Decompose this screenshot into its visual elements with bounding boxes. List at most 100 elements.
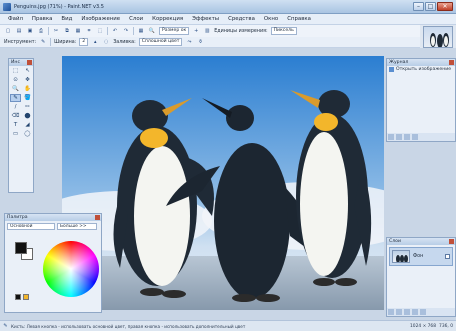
primary-color-swatch[interactable] [15, 242, 27, 254]
units-select[interactable]: Пиксель [270, 27, 297, 35]
rect-select-tool[interactable]: ⬚ [10, 67, 21, 75]
menu-utilities[interactable]: Средства [228, 16, 255, 22]
layer-visibility-checkbox[interactable] [445, 254, 450, 259]
menu-file[interactable]: Файл [8, 16, 23, 22]
width-up-icon[interactable]: ▴ [91, 38, 99, 46]
close-icon[interactable] [449, 239, 454, 244]
grid-icon[interactable]: ▦ [137, 27, 145, 35]
canvas-image[interactable] [62, 56, 384, 310]
brush-status-icon: ✎ [3, 322, 8, 329]
tools-panel: Инс ⬚ ↖ ⊙ ✥ 🔍 ✋ ✎ 🪣 ∕ ✏ ⌫ ⬤ T ◢ ▭ ◯ [8, 58, 34, 193]
deselect-icon[interactable]: ⬚ [96, 27, 104, 35]
copy-icon[interactable]: ⧉ [63, 27, 71, 35]
ellipse-tool[interactable]: ◯ [22, 130, 33, 138]
cut-icon[interactable]: ✂ [52, 27, 60, 35]
lasso-tool[interactable]: ⊙ [10, 76, 21, 84]
gradient-tool[interactable]: ◢ [22, 121, 33, 129]
zoom-in-icon[interactable]: + [192, 27, 200, 35]
paste-icon[interactable]: ▦ [74, 27, 82, 35]
menu-edit[interactable]: Правка [32, 16, 53, 22]
history-forward-icon[interactable] [412, 134, 418, 140]
move-tool[interactable]: ✥ [22, 76, 33, 84]
menu-layers[interactable]: Слои [129, 16, 143, 22]
history-panel-title: Журнал [389, 60, 409, 65]
mini-accent-swatch[interactable] [23, 294, 29, 300]
palette-toggle-icon[interactable]: ▥ [203, 27, 211, 35]
open-folder-icon[interactable]: ▤ [15, 27, 23, 35]
cursor-position: 736, 0 [439, 323, 453, 329]
layers-panel: Слои Фон [386, 237, 456, 317]
close-icon[interactable] [27, 60, 32, 65]
pan-tool[interactable]: ✋ [22, 85, 33, 93]
crop-icon[interactable]: ⌗ [85, 27, 93, 35]
width-input[interactable]: 2 [79, 38, 89, 46]
pencil-tool[interactable]: ✏ [22, 103, 33, 111]
palette-controls: Основной Больше >> [5, 221, 101, 232]
brush-tool-icon[interactable]: ✎ [39, 38, 47, 46]
history-redo-icon[interactable] [404, 134, 410, 140]
tool-grid: ⬚ ↖ ⊙ ✥ 🔍 ✋ ✎ 🪣 ∕ ✏ ⌫ ⬤ T ◢ ▭ ◯ [9, 66, 33, 139]
maximize-button[interactable]: □ [425, 2, 436, 11]
delete-layer-icon[interactable] [396, 309, 402, 315]
menu-help[interactable]: Справка [287, 16, 311, 22]
close-icon[interactable] [95, 215, 100, 220]
move-selection-tool[interactable]: ↖ [22, 67, 33, 75]
history-toolbar [387, 133, 455, 141]
undo-icon[interactable]: ↶ [111, 27, 119, 35]
menu-window[interactable]: Окно [264, 16, 278, 22]
history-item[interactable]: Открыть изображение [387, 66, 455, 73]
close-icon[interactable] [449, 60, 454, 65]
fill-select[interactable]: Сплошной цвет [138, 38, 183, 46]
window-title: Penguins.jpg (71%) - Paint.NET v3.5 [14, 4, 104, 10]
mini-primary-swatch[interactable] [15, 294, 21, 300]
palette-panel-header: Палитра [5, 214, 101, 221]
merge-layer-icon[interactable] [412, 309, 418, 315]
brush-tool[interactable]: ✎ [10, 94, 21, 102]
text-tool[interactable]: T [10, 121, 21, 129]
menu-image[interactable]: Изображение [81, 16, 120, 22]
menu-adjustments[interactable]: Коррекция [152, 16, 183, 22]
redo-icon[interactable]: ↷ [122, 27, 130, 35]
toolbar-divider [50, 38, 52, 46]
add-layer-icon[interactable] [388, 309, 394, 315]
blend-mode-icon[interactable]: ⤳ [185, 38, 193, 46]
new-file-icon[interactable]: ▢ [4, 27, 12, 35]
line-tool[interactable]: ∕ [10, 103, 21, 111]
toolbar-divider [48, 27, 49, 35]
status-bar: ✎ Кисть: Левая кнопка - использовать осн… [0, 320, 456, 331]
app-icon [3, 3, 11, 11]
toolbar-divider [107, 27, 108, 35]
rectangle-tool[interactable]: ▭ [10, 130, 21, 138]
zoom-tool[interactable]: 🔍 [10, 85, 21, 93]
swap-colors-controls [15, 294, 29, 300]
color-wheel[interactable] [43, 241, 99, 297]
image-thumbnail[interactable] [423, 26, 453, 48]
antialias-icon[interactable]: ◌ [102, 38, 110, 46]
layer-item[interactable]: Фон [389, 247, 453, 266]
menu-effects[interactable]: Эффекты [192, 16, 219, 22]
layer-thumbnail [392, 250, 410, 263]
history-panel-header: Журнал [387, 59, 455, 66]
open-image-icon [389, 67, 394, 72]
color-mode-select[interactable]: Основной [7, 223, 55, 230]
layers-toolbar [387, 308, 455, 316]
history-rewind-icon[interactable] [388, 134, 394, 140]
bucket-tool[interactable]: 🪣 [22, 94, 33, 102]
stamp-tool[interactable]: ⬤ [22, 112, 33, 120]
zoom-select[interactable]: Размер ок [159, 27, 190, 35]
layer-properties-icon[interactable] [420, 309, 426, 315]
zoom-icon[interactable]: 🔍 [148, 27, 156, 35]
save-icon[interactable]: ▣ [26, 27, 34, 35]
more-colors-button[interactable]: Больше >> [57, 223, 97, 230]
tools-panel-title: Инс [11, 60, 20, 65]
duplicate-layer-icon[interactable] [404, 309, 410, 315]
window-controls: – □ ✕ [413, 2, 453, 11]
print-icon[interactable]: ⎙ [37, 27, 45, 35]
menu-view[interactable]: Вид [61, 16, 72, 22]
close-button[interactable]: ✕ [437, 2, 453, 11]
minimize-button[interactable]: – [413, 2, 424, 11]
history-undo-icon[interactable] [396, 134, 402, 140]
alpha-icon[interactable]: ⚱ [196, 38, 204, 46]
palette-panel: Палитра Основной Больше >> [4, 213, 102, 313]
eraser-tool[interactable]: ⌫ [10, 112, 21, 120]
